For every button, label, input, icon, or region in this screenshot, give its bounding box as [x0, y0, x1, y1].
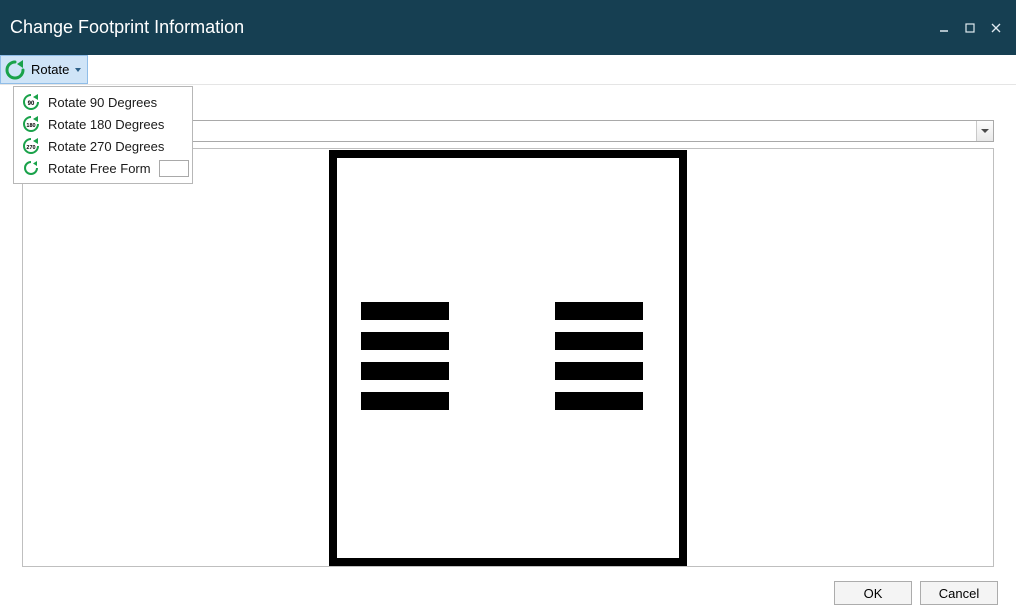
svg-text:180: 180	[26, 123, 35, 129]
menu-item-label: Rotate 270 Degrees	[48, 139, 184, 154]
maximize-button[interactable]	[958, 16, 982, 40]
rotate-270-icon: 270	[22, 137, 40, 155]
window-title: Change Footprint Information	[10, 17, 244, 38]
rotate-icon	[3, 58, 27, 82]
rotate-button-label: Rotate	[31, 62, 69, 77]
dialog-buttons: OK Cancel	[834, 581, 998, 605]
chevron-down-icon	[976, 121, 993, 141]
rotate-free-form-input[interactable]	[159, 160, 189, 177]
footprint-preview	[22, 148, 994, 567]
menu-item-label: Rotate Free Form	[48, 161, 151, 176]
close-button[interactable]	[984, 16, 1008, 40]
menu-item-rotate-free-form[interactable]: Rotate Free Form	[14, 157, 192, 179]
rotate-dropdown-menu: 90 Rotate 90 Degrees 180 Rotate 180 Degr…	[13, 86, 193, 184]
menu-item-label: Rotate 90 Degrees	[48, 95, 184, 110]
rotate-90-icon: 90	[22, 93, 40, 111]
window-controls	[932, 0, 1016, 55]
minimize-button[interactable]	[932, 16, 956, 40]
svg-text:90: 90	[28, 101, 35, 107]
menu-item-rotate-90[interactable]: 90 Rotate 90 Degrees	[14, 91, 192, 113]
menu-item-rotate-270[interactable]: 270 Rotate 270 Degrees	[14, 135, 192, 157]
ok-button[interactable]: OK	[834, 581, 912, 605]
menu-item-label: Rotate 180 Degrees	[48, 117, 184, 132]
rotate-free-icon	[22, 159, 40, 177]
footprint-graphic	[329, 150, 687, 566]
menu-item-rotate-180[interactable]: 180 Rotate 180 Degrees	[14, 113, 192, 135]
rotate-dropdown-button[interactable]: Rotate	[0, 55, 88, 84]
rotate-180-icon: 180	[22, 115, 40, 133]
toolbar: Rotate	[0, 55, 1016, 85]
cancel-button[interactable]: Cancel	[920, 581, 998, 605]
titlebar: Change Footprint Information	[0, 0, 1016, 55]
svg-text:270: 270	[26, 145, 35, 151]
chevron-down-icon	[75, 68, 81, 72]
